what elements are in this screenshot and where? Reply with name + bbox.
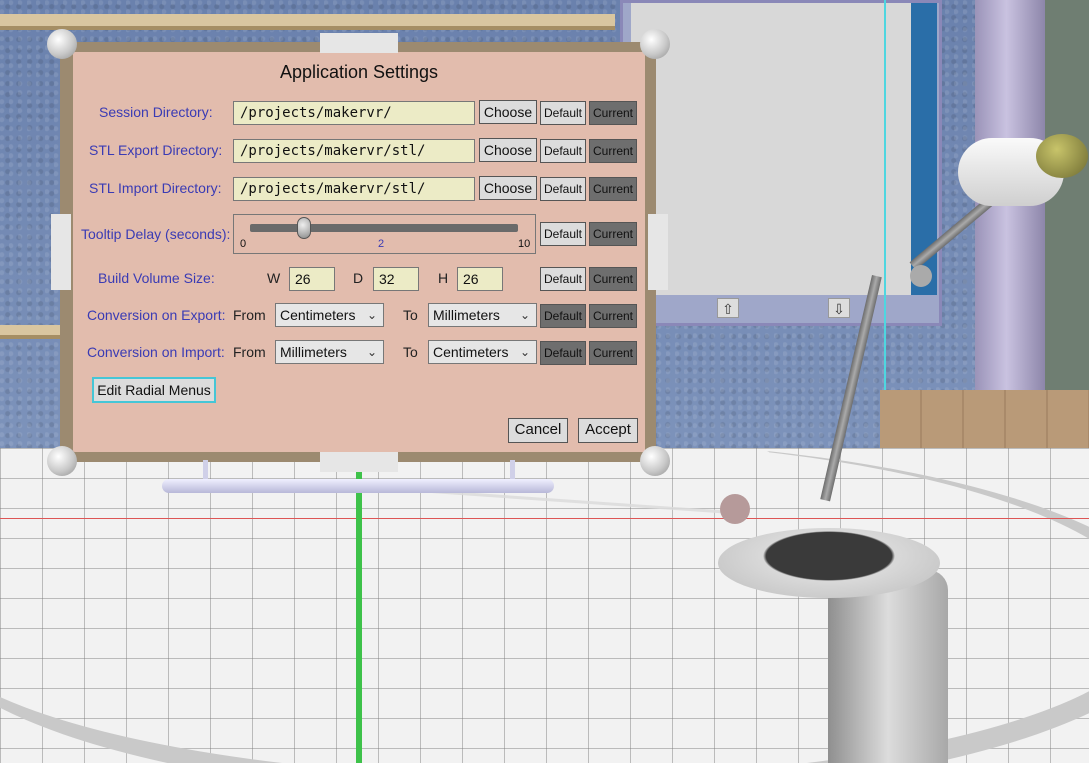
scroll-down-button[interactable]: ⇩ bbox=[828, 298, 850, 318]
chevron-down-icon: ⌄ bbox=[519, 308, 530, 322]
stl-export-current-button[interactable]: Current bbox=[589, 139, 637, 163]
stl-export-directory-label: STL Export Directory: bbox=[89, 142, 223, 158]
bottom-grab-handle[interactable] bbox=[320, 452, 398, 472]
export-from-value: Centimeters bbox=[280, 307, 356, 323]
session-default-button[interactable]: Default bbox=[540, 101, 586, 125]
z-axis-line bbox=[356, 470, 362, 763]
session-current-button[interactable]: Current bbox=[589, 101, 637, 125]
tooltip-delay-slider-frame bbox=[233, 214, 536, 254]
controller-ring bbox=[718, 528, 940, 598]
depth-input[interactable]: 32 bbox=[373, 267, 419, 291]
slider-max-label: 10 bbox=[518, 238, 531, 250]
x-axis-line bbox=[0, 518, 1089, 519]
build-volume-current-button[interactable]: Current bbox=[589, 267, 637, 291]
export-to-value: Millimeters bbox=[433, 307, 500, 323]
import-current-button[interactable]: Current bbox=[589, 341, 637, 365]
guide-line bbox=[884, 0, 886, 430]
stl-export-default-button[interactable]: Default bbox=[540, 139, 586, 163]
height-input[interactable]: 26 bbox=[457, 267, 503, 291]
stl-export-directory-field[interactable]: /projects/makervr/stl/ bbox=[233, 139, 475, 163]
height-label: H bbox=[438, 270, 449, 286]
import-from-select[interactable]: Millimeters ⌄ bbox=[275, 340, 384, 364]
export-from-label: From bbox=[233, 307, 266, 323]
wall-shelf bbox=[0, 14, 615, 30]
pointer-tip bbox=[720, 494, 750, 524]
corner-handle-bottom-right[interactable] bbox=[640, 446, 670, 476]
conversion-export-label: Conversion on Export: bbox=[87, 307, 226, 323]
build-volume-label: Build Volume Size: bbox=[98, 270, 215, 286]
corner-handle-bottom-left[interactable] bbox=[47, 446, 77, 476]
tooltip-current-button[interactable]: Current bbox=[589, 222, 637, 246]
import-to-label: To bbox=[403, 344, 418, 360]
import-default-button[interactable]: Default bbox=[540, 341, 586, 365]
right-grab-handle[interactable] bbox=[648, 214, 668, 290]
export-to-select[interactable]: Millimeters ⌄ bbox=[428, 303, 537, 327]
tooltip-delay-slider-thumb[interactable] bbox=[296, 217, 311, 239]
stl-export-choose-button[interactable]: Choose bbox=[479, 138, 537, 162]
conversion-import-label: Conversion on Import: bbox=[87, 344, 225, 360]
stl-import-directory-label: STL Import Directory: bbox=[89, 180, 222, 196]
corner-handle-top-right[interactable] bbox=[640, 29, 670, 59]
accept-button[interactable]: Accept bbox=[578, 418, 638, 443]
stl-import-current-button[interactable]: Current bbox=[589, 177, 637, 201]
slider-min-label: 0 bbox=[240, 238, 247, 250]
stl-import-choose-button[interactable]: Choose bbox=[479, 176, 537, 200]
controller-knob bbox=[1036, 134, 1088, 178]
left-grab-handle[interactable] bbox=[51, 214, 71, 290]
import-from-label: From bbox=[233, 344, 266, 360]
session-choose-button[interactable]: Choose bbox=[479, 100, 537, 124]
dark-wall bbox=[1045, 0, 1089, 400]
pillar bbox=[975, 0, 1045, 440]
corner-handle-top-left[interactable] bbox=[47, 29, 77, 59]
depth-label: D bbox=[353, 270, 364, 286]
import-to-select[interactable]: Centimeters ⌄ bbox=[428, 340, 537, 364]
width-label: W bbox=[267, 270, 281, 286]
build-volume-default-button[interactable]: Default bbox=[540, 267, 586, 291]
stand-bar bbox=[162, 479, 554, 493]
tooltip-delay-label: Tooltip Delay (seconds): bbox=[81, 226, 231, 242]
export-default-button[interactable]: Default bbox=[540, 304, 586, 328]
export-current-button[interactable]: Current bbox=[589, 304, 637, 328]
width-input[interactable]: 26 bbox=[289, 267, 335, 291]
import-from-value: Millimeters bbox=[280, 344, 347, 360]
tooltip-default-button[interactable]: Default bbox=[540, 222, 586, 246]
controller-handle bbox=[828, 570, 948, 763]
stl-import-default-button[interactable]: Default bbox=[540, 177, 586, 201]
edit-radial-menus-button[interactable]: Edit Radial Menus bbox=[92, 377, 216, 403]
dialog-title: Application Settings bbox=[279, 62, 439, 82]
stl-import-directory-field[interactable]: /projects/makervr/stl/ bbox=[233, 177, 475, 201]
import-to-value: Centimeters bbox=[433, 344, 509, 360]
controller-joint bbox=[910, 265, 932, 287]
scroll-up-button[interactable]: ⇧ bbox=[717, 298, 739, 318]
slider-value-label: 2 bbox=[378, 238, 385, 250]
chevron-down-icon: ⌄ bbox=[366, 345, 377, 359]
cancel-button[interactable]: Cancel bbox=[508, 418, 568, 443]
tooltip-delay-slider-track[interactable] bbox=[250, 224, 518, 232]
export-from-select[interactable]: Centimeters ⌄ bbox=[275, 303, 384, 327]
top-grab-handle[interactable] bbox=[320, 33, 398, 53]
session-directory-field[interactable]: /projects/makervr/ bbox=[233, 101, 475, 125]
chevron-down-icon: ⌄ bbox=[366, 308, 377, 322]
chevron-down-icon: ⌄ bbox=[519, 345, 530, 359]
session-directory-label: Session Directory: bbox=[99, 104, 213, 120]
background-panel-content bbox=[631, 3, 911, 295]
export-to-label: To bbox=[403, 307, 418, 323]
